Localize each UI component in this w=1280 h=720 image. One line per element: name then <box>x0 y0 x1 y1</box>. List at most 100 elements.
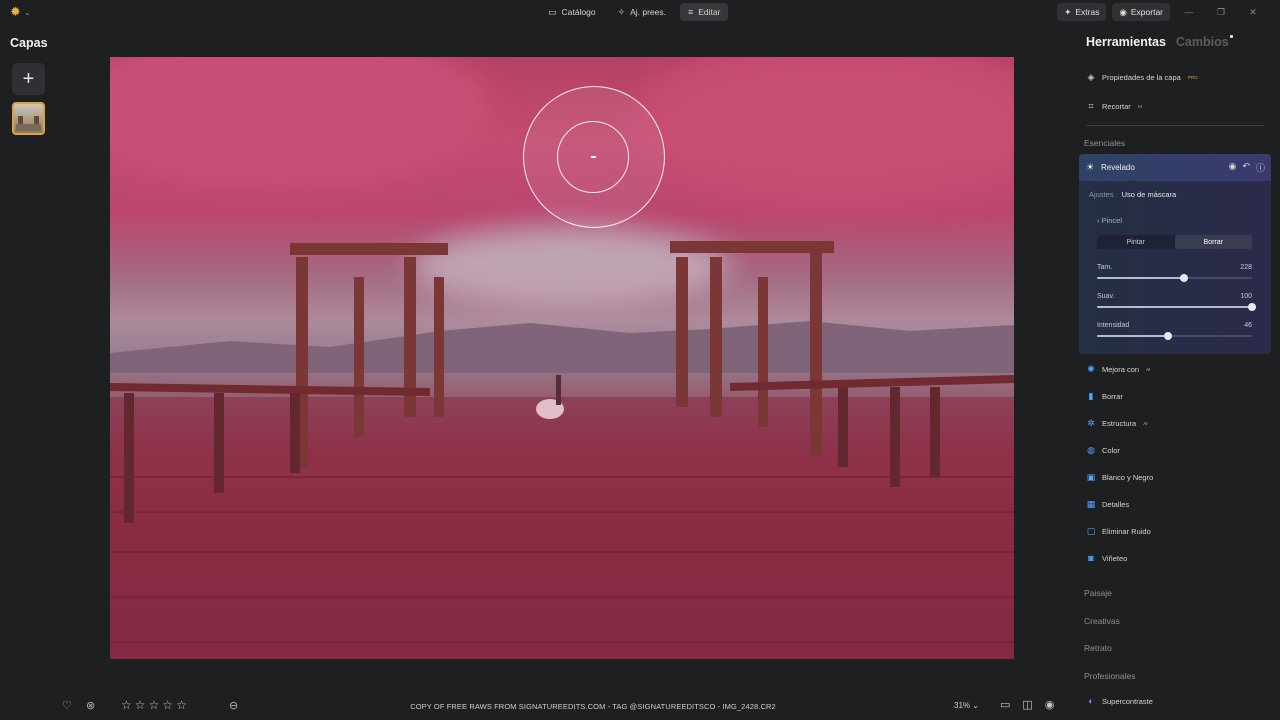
filmstrip-icon[interactable]: ▭ <box>1000 698 1010 711</box>
tool-layer-properties[interactable]: ◈ Propiedades de la capa PRO <box>1086 72 1198 83</box>
star-4-icon[interactable]: ☆ <box>162 698 173 712</box>
tool-label: Supercontraste <box>1102 696 1153 706</box>
subtab-adjustments[interactable]: Ajustes <box>1089 190 1114 199</box>
tab-tools[interactable]: Herramientas <box>1086 35 1166 49</box>
color-icon: ◍ <box>1087 445 1095 455</box>
paint-erase-toggle: Pintar Borrar <box>1097 235 1252 249</box>
tab-presets[interactable]: ✧ Aj. prees. <box>610 3 674 21</box>
tab-edit[interactable]: ≡ Editar <box>680 3 729 21</box>
sliders-icon: ≡ <box>688 7 694 17</box>
subtab-masking[interactable]: Uso de máscara <box>1122 190 1177 199</box>
close-button[interactable]: ✕ <box>1240 3 1266 21</box>
tool-label: Detalles <box>1102 500 1130 509</box>
tool-vignette[interactable]: ◙ Viñeteo <box>1086 553 1127 563</box>
tool-erase[interactable]: ▮ Borrar <box>1086 391 1123 402</box>
layers-icon: ◈ <box>1087 72 1095 82</box>
ai-badge: AI <box>1143 421 1148 426</box>
section-portrait[interactable]: Retrato <box>1084 643 1112 653</box>
tool-label: Eliminar Ruido <box>1102 527 1151 536</box>
slider-label: Intensidad <box>1097 322 1130 329</box>
slider-track[interactable] <box>1097 303 1256 311</box>
reject-icon[interactable]: ⊗ <box>86 699 95 712</box>
eraser-icon: ▮ <box>1088 391 1094 401</box>
tool-crop[interactable]: ⌗ Recortar AI <box>1086 101 1142 112</box>
tab-presets-label: Aj. prees. <box>630 7 666 17</box>
tool-supercontrast[interactable]: ◐ Supercontraste <box>1086 696 1153 706</box>
tool-denoise[interactable]: ▢ Eliminar Ruido <box>1086 526 1151 537</box>
star-3-icon[interactable]: ☆ <box>149 698 160 712</box>
revelado-header[interactable]: ☀ Revelado ◉ ↶ ⓘ <box>1079 154 1271 181</box>
top-right-actions: ✦ Extras ◉ Exportar — ❐ ✕ <box>1057 3 1266 21</box>
tool-structure[interactable]: ✲ Estructura AI <box>1086 418 1147 429</box>
section-essentials[interactable]: Esenciales <box>1084 138 1125 148</box>
info-icon[interactable]: ⓘ <box>1256 161 1265 174</box>
export-icon: ◉ <box>1119 6 1127 17</box>
sparkle-icon: ✦ <box>1064 6 1072 17</box>
close-icon: ✕ <box>1249 6 1257 17</box>
slider-track[interactable] <box>1097 332 1252 340</box>
tool-label: Blanco y Negro <box>1102 473 1154 482</box>
eye-icon[interactable]: ◉ <box>1229 161 1237 174</box>
export-button[interactable]: ◉ Exportar <box>1112 3 1170 21</box>
color-label-icon[interactable]: ⊖ <box>229 699 238 712</box>
tab-changes[interactable]: Cambios <box>1176 35 1229 49</box>
denoise-icon: ▢ <box>1086 526 1096 536</box>
slider-knob[interactable] <box>1248 303 1256 311</box>
tool-label: Mejora con <box>1102 365 1140 374</box>
tool-label: Borrar <box>1102 392 1123 401</box>
heart-icon[interactable]: ♡ <box>62 699 72 712</box>
slider-value: 100 <box>1240 293 1252 300</box>
tool-details[interactable]: ▦ Detalles <box>1086 499 1129 510</box>
section-landscape[interactable]: Paisaje <box>1084 588 1112 598</box>
slider-track[interactable] <box>1097 274 1252 282</box>
slider-knob[interactable] <box>1164 332 1173 340</box>
add-layer-button[interactable]: + <box>12 63 45 95</box>
top-bar: ✹ ⌄ ▭ Catálogo ✧ Aj. prees. ≡ Editar ✦ E… <box>0 0 1280 24</box>
tab-catalog-label: Catálogo <box>561 7 596 17</box>
star-5-icon[interactable]: ☆ <box>176 698 187 712</box>
folder-icon: ▭ <box>548 6 557 17</box>
tool-color[interactable]: ◍ Color <box>1086 445 1120 456</box>
restore-button[interactable]: ❐ <box>1208 3 1234 21</box>
brush-back-link[interactable]: ‹ Pincel <box>1097 216 1122 225</box>
section-professional[interactable]: Profesionales <box>1084 671 1136 681</box>
revelado-title: Revelado <box>1101 163 1135 172</box>
paint-option[interactable]: Pintar <box>1097 235 1175 249</box>
slider-fill <box>1097 277 1184 279</box>
ai-badge: AI <box>1137 104 1143 109</box>
eye-icon[interactable]: ◉ <box>1045 698 1055 711</box>
minimize-button[interactable]: — <box>1176 3 1202 21</box>
section-creative[interactable]: Creativas <box>1084 616 1120 626</box>
slider-label: Tam. <box>1097 264 1113 271</box>
tool-label: Viñeteo <box>1102 553 1128 563</box>
slider-fill <box>1097 335 1169 337</box>
image-caption: COPY OF FREE RAWS FROM SIGNATUREEDITS.CO… <box>410 702 776 711</box>
tab-catalog[interactable]: ▭ Catálogo <box>540 3 604 21</box>
star-1-icon[interactable]: ☆ <box>121 698 132 712</box>
undo-icon[interactable]: ↶ <box>1242 161 1250 174</box>
tool-black-white[interactable]: ▣ Blanco y Negro <box>1086 472 1154 483</box>
app-menu-button[interactable]: ✹ ⌄ <box>10 4 38 20</box>
compare-icon[interactable]: ◫ <box>1022 698 1032 711</box>
star-2-icon[interactable]: ☆ <box>135 698 146 712</box>
extras-button[interactable]: ✦ Extras <box>1057 3 1107 21</box>
photo-canvas[interactable] <box>110 57 1014 659</box>
slider-knob[interactable] <box>1179 274 1188 282</box>
minimize-icon: — <box>1184 7 1194 17</box>
slider-value: 228 <box>1240 264 1252 271</box>
tool-enhance-ai[interactable]: ✺ Mejora con AI <box>1086 364 1150 375</box>
sun-logo-icon: ✹ <box>10 4 21 19</box>
zoom-dropdown[interactable]: 31% ⌄ <box>954 701 979 710</box>
brush-cursor-center <box>591 156 596 158</box>
star-rating: ☆ ☆ ☆ ☆ ☆ <box>121 698 187 712</box>
layer-thumbnail[interactable] <box>12 102 45 135</box>
erase-option[interactable]: Borrar <box>1174 235 1252 249</box>
extras-label: Extras <box>1075 7 1100 17</box>
details-icon: ▦ <box>1086 499 1096 509</box>
brush-label: Pincel <box>1101 216 1123 225</box>
structure-icon: ✲ <box>1087 418 1095 428</box>
panel-tabs: Herramientas Cambios <box>1086 35 1229 49</box>
export-label: Exportar <box>1130 7 1163 17</box>
pro-badge: PRO <box>1187 75 1198 80</box>
contrast-icon: ◐ <box>1088 696 1094 706</box>
